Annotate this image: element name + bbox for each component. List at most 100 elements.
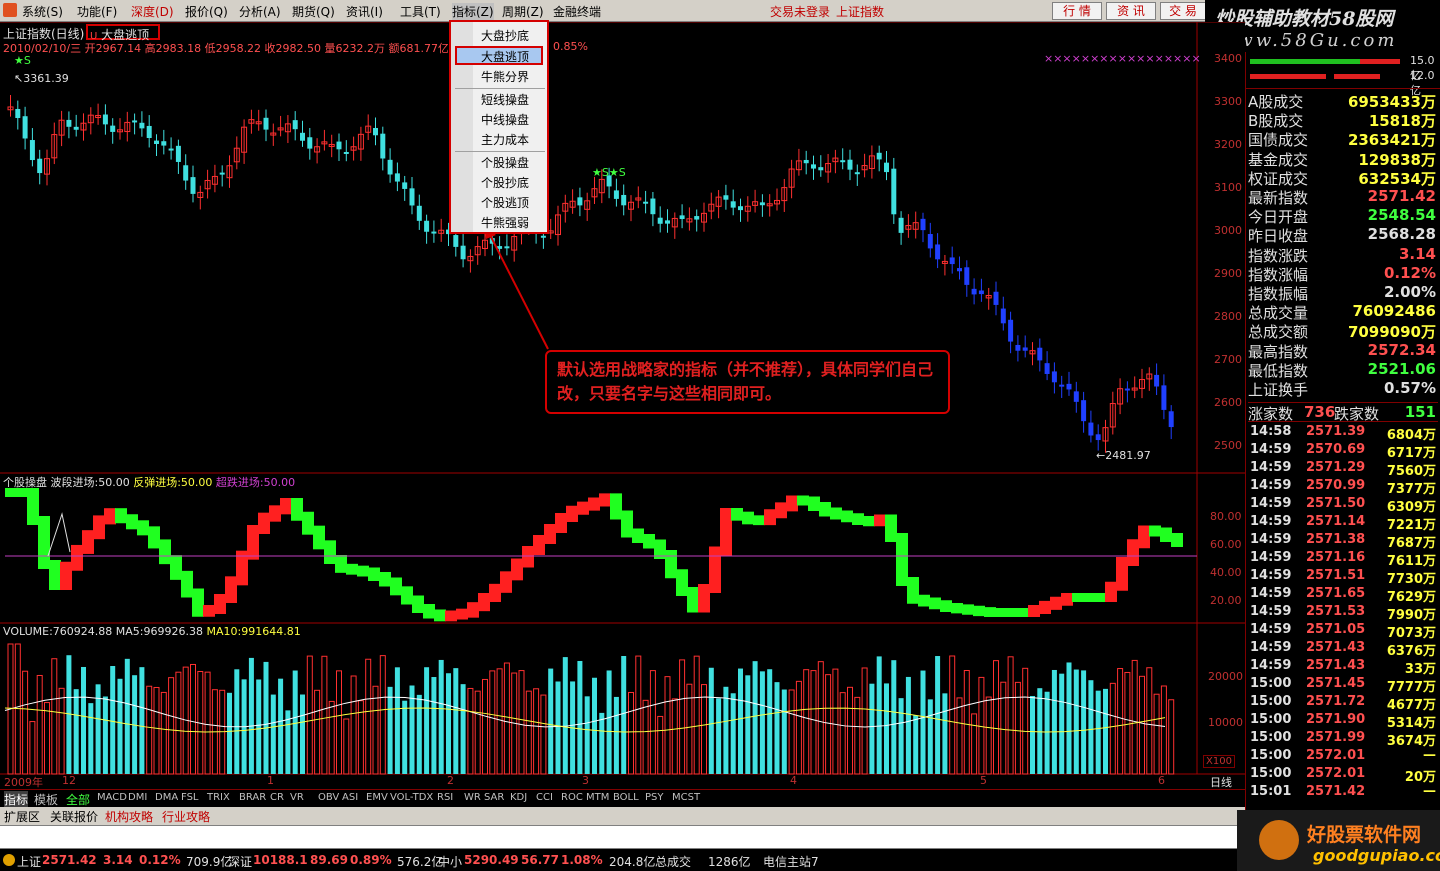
osc-step xyxy=(335,555,347,573)
candle-body xyxy=(424,220,430,232)
indicator-tab[interactable]: DMA xyxy=(155,792,178,803)
menu-futures[interactable]: 期货(Q) xyxy=(292,3,335,20)
dropdown-item-main-cost[interactable]: 主力成本 xyxy=(481,131,529,148)
osc-step xyxy=(599,493,611,507)
stat-row: 指数涨幅 0.12% xyxy=(1248,264,1438,284)
trade-button[interactable]: 交 易 xyxy=(1160,2,1206,20)
indicator-tab[interactable]: KDJ xyxy=(510,792,527,803)
volume-bar xyxy=(577,660,583,774)
ext-tab-industry[interactable]: 行业攻略 xyxy=(162,808,210,825)
indicator-selector[interactable]: U 大盘逃顶 xyxy=(86,24,160,42)
indicator-tab[interactable]: PSY xyxy=(645,792,664,803)
indicator-tab[interactable]: MTM xyxy=(586,792,609,803)
volume-bar xyxy=(328,700,335,775)
menu-quote[interactable]: 报价(Q) xyxy=(185,3,228,20)
volume-bar xyxy=(599,712,605,774)
zx-index[interactable]: 5290.49 xyxy=(464,853,519,867)
candle-body xyxy=(1051,371,1057,383)
osc-step xyxy=(984,607,996,617)
candle-body xyxy=(971,288,977,295)
menu-finance-terminal[interactable]: 金融终端 xyxy=(553,3,601,20)
volume-bar xyxy=(671,698,678,775)
sz-index[interactable]: 10188.1 xyxy=(253,853,308,867)
volume-bar xyxy=(482,678,488,775)
indicator-tab[interactable]: ROC xyxy=(561,792,583,803)
osc-step xyxy=(522,546,534,568)
menu-function[interactable]: 功能(F) xyxy=(77,3,117,20)
sh-index[interactable]: 2571.42 xyxy=(42,853,97,867)
menu-period[interactable]: 周期(Z) xyxy=(502,3,544,20)
indicator-tab[interactable]: WR xyxy=(464,792,481,803)
indicator-tab[interactable]: BRAR xyxy=(239,792,266,803)
dropdown-item-mid-term[interactable]: 中线操盘 xyxy=(481,111,529,128)
indicator-tab[interactable]: RSI xyxy=(437,792,453,803)
quote-button[interactable]: 行 情 xyxy=(1052,2,1102,20)
tick-row: 15:00 2571.45 7777万 xyxy=(1248,676,1438,695)
indicator-tab[interactable]: OBV xyxy=(318,792,339,803)
indicator-tab[interactable]: 全部 xyxy=(66,791,90,808)
star-signal-1: ★S xyxy=(14,54,31,67)
dropdown-item-strength[interactable]: 牛熊强弱 xyxy=(481,214,529,231)
indicator-tab[interactable]: CCI xyxy=(536,792,553,803)
candle-body xyxy=(343,151,349,154)
indicator-tab[interactable]: VR xyxy=(290,792,304,803)
stat-row: 最高指数 2572.34 xyxy=(1248,341,1438,361)
zx-label[interactable]: 中小 xyxy=(438,853,462,870)
menu-tools[interactable]: 工具(T) xyxy=(400,3,441,20)
osc-step xyxy=(544,524,556,544)
ext-tab-expand[interactable]: 扩展区 xyxy=(4,808,40,825)
osc-step xyxy=(918,594,930,607)
tick-volume: — xyxy=(1423,784,1436,799)
indicator-tab[interactable]: SAR xyxy=(484,792,504,803)
volume-bar xyxy=(1103,688,1108,774)
sz-label[interactable]: 深证 xyxy=(228,853,252,870)
osc-step xyxy=(203,605,215,617)
indicator-tab[interactable]: TRIX xyxy=(207,792,230,803)
indicator-tab[interactable]: DMI xyxy=(128,792,147,803)
menu-depth[interactable]: 深度(D) xyxy=(131,3,174,20)
dropdown-item-stock-operate[interactable]: 个股操盘 xyxy=(481,154,529,171)
indicator-tab[interactable]: EMV xyxy=(366,792,388,803)
tick-volume: 7560万 xyxy=(1386,464,1436,479)
menu-indicator[interactable]: 指标(Z) xyxy=(452,3,494,20)
volume-bar xyxy=(1153,693,1160,775)
menu-news[interactable]: 资讯(I) xyxy=(346,3,383,20)
sh-label[interactable]: 上证 xyxy=(17,853,41,870)
indicator-tab[interactable]: ASI xyxy=(342,792,358,803)
osc-step xyxy=(445,610,457,622)
indicator-tab[interactable]: BOLL xyxy=(613,792,639,803)
tick-time: 15:00 xyxy=(1250,730,1292,745)
zx-amount: 204.8亿 xyxy=(609,855,656,869)
menu-analysis[interactable]: 分析(A) xyxy=(239,3,281,20)
ext-tab-institution[interactable]: 机构攻略 xyxy=(105,808,153,825)
dropdown-item-short-term[interactable]: 短线操盘 xyxy=(481,91,529,108)
indicator-tab[interactable]: CR xyxy=(270,792,284,803)
osc-step xyxy=(1105,581,1117,602)
osc-step xyxy=(181,570,193,598)
news-button[interactable]: 资 讯 xyxy=(1106,2,1156,20)
star-signal-2: ★S★S xyxy=(592,166,626,179)
volume-bar xyxy=(869,683,875,774)
indicator-tab[interactable]: VOL-TDX xyxy=(390,792,433,803)
amount-bar-2 xyxy=(1250,74,1326,79)
indicator-tab[interactable]: FSL xyxy=(181,792,199,803)
dropdown-item-market-top[interactable]: 大盘逃顶 xyxy=(481,48,529,65)
indicator-tab[interactable]: MACD xyxy=(97,792,127,803)
indicator-tab[interactable]: 模板 xyxy=(34,791,58,808)
app-icon[interactable] xyxy=(3,3,17,17)
indicator-tab[interactable]: MCST xyxy=(672,792,700,803)
stat-label: 指数涨幅 xyxy=(1248,265,1309,284)
osc-tick: 20.00 xyxy=(1210,594,1242,607)
dropdown-item-bull-bear[interactable]: 牛熊分界 xyxy=(481,68,529,85)
ext-tab-related[interactable]: 关联报价 xyxy=(50,808,98,825)
indicator-tab[interactable]: 指标 xyxy=(4,791,29,808)
tick-price: 2571.65 xyxy=(1306,586,1366,601)
volume-bar xyxy=(424,667,430,774)
menu-system[interactable]: 系统(S) xyxy=(22,3,63,20)
dropdown-item-stock-top[interactable]: 个股逃顶 xyxy=(481,194,529,211)
dropdown-item-stock-bottom[interactable]: 个股抄底 xyxy=(481,174,529,191)
dropdown-item-market-bottom[interactable]: 大盘抄底 xyxy=(481,27,529,44)
server-name[interactable]: 电信主站7 xyxy=(763,853,819,870)
stat-row: 最新指数 2571.42 xyxy=(1248,187,1438,207)
candle-body xyxy=(665,220,670,224)
